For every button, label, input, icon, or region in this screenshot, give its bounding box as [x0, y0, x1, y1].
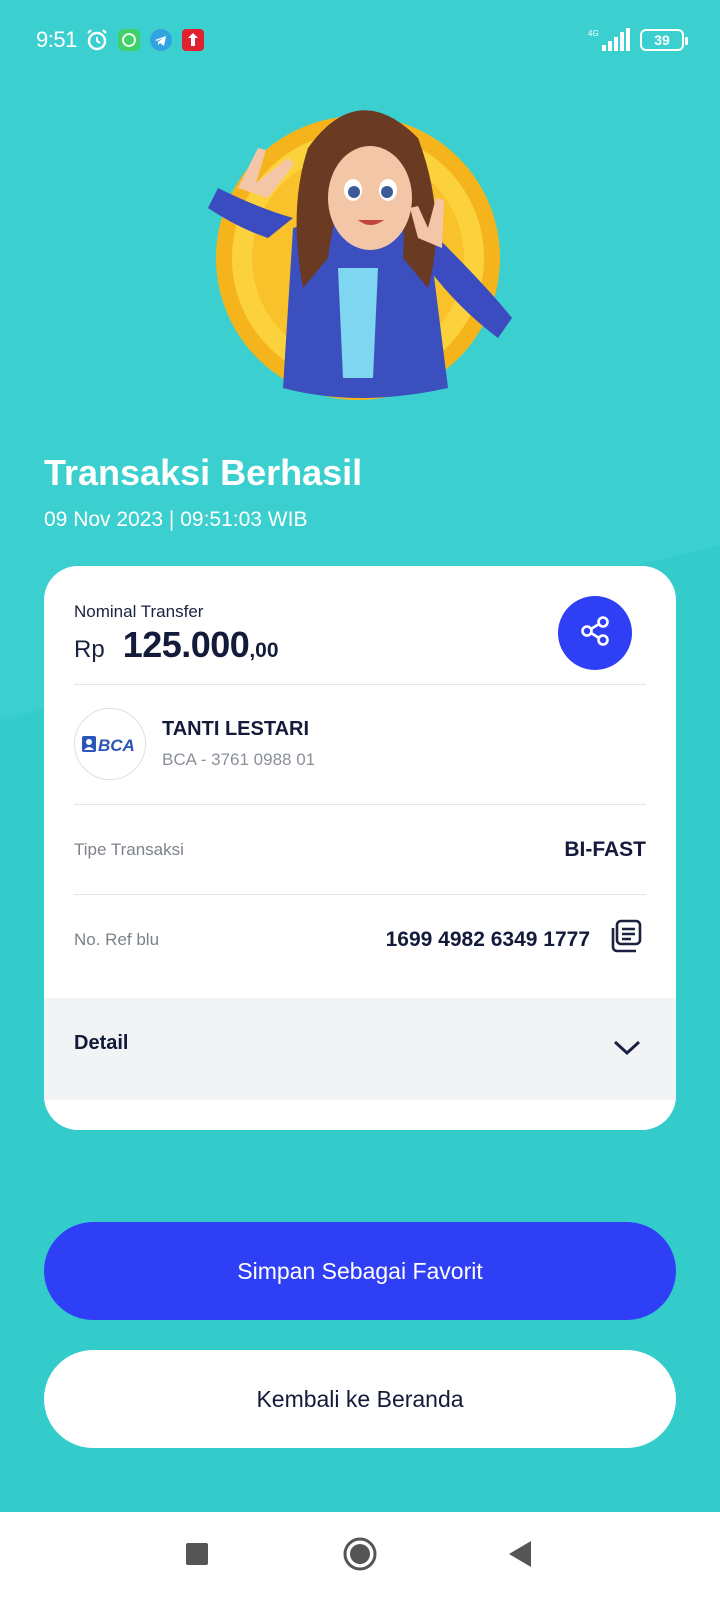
back-to-home-button[interactable]: Kembali ke Beranda [44, 1350, 676, 1448]
signal-icon: 4G [586, 28, 632, 52]
status-left: 9:51 [36, 27, 205, 53]
back-nav-button[interactable] [498, 1534, 542, 1578]
detail-label: Detail [74, 1032, 129, 1054]
copy-reference-button[interactable] [606, 918, 646, 958]
amount-decimal: ,00 [249, 639, 279, 662]
transaction-datetime: 09 Nov 2023 | 09:51:03 WIB [44, 508, 308, 531]
transaction-type-label: Tipe Transaksi [74, 840, 184, 859]
circle-icon [342, 1536, 378, 1577]
home-nav-button[interactable] [338, 1534, 382, 1578]
recent-apps-button[interactable] [175, 1534, 219, 1578]
bank-logo-text: BCA [98, 736, 135, 755]
reference-label: No. Ref blu [74, 930, 160, 949]
currency-label: Rp [74, 636, 105, 663]
reference-value: 1699 4982 6349 1777 [385, 928, 590, 951]
battery-indicator: 39 [640, 29, 688, 51]
telegram-icon [149, 28, 173, 52]
back-triangle-icon [507, 1540, 533, 1573]
amount-value: 125.000 [122, 624, 250, 665]
system-nav-bar [0, 1512, 720, 1600]
transaction-type-value: BI-FAST [564, 838, 646, 861]
copy-icon [608, 918, 644, 959]
status-bar: 9:51 4G 39 [0, 0, 720, 80]
nominal-label: Nominal Transfer [74, 602, 204, 621]
alarm-icon [85, 28, 109, 52]
divider [74, 894, 646, 895]
detail-toggle[interactable]: Detail [44, 998, 676, 1100]
bank-logo: BCA [74, 708, 146, 780]
recipient-account: BCA - 3761 0988 01 [162, 750, 316, 769]
share-button[interactable] [558, 596, 632, 670]
recipient-name: TANTI LESTARI [162, 718, 310, 740]
chevron-down-icon [612, 1032, 642, 1062]
status-right: 4G 39 [586, 28, 688, 52]
save-favorite-button[interactable]: Simpan Sebagai Favorit [44, 1222, 676, 1320]
page-title: Transaksi Berhasil [44, 452, 363, 493]
status-time: 9:51 [36, 27, 77, 52]
nominal-amount-row: Rp 125.000 ,00 [74, 624, 279, 666]
square-icon [185, 1542, 209, 1571]
transaction-card: Nominal Transfer Rp 125.000 ,00 BCA TANT… [44, 566, 676, 1130]
divider [74, 804, 646, 805]
divider [74, 684, 646, 685]
whatsapp-icon [117, 28, 141, 52]
success-illustration [198, 88, 522, 418]
app-notification-icon [181, 28, 205, 52]
svg-text:4G: 4G [588, 29, 599, 38]
share-icon [578, 614, 612, 653]
